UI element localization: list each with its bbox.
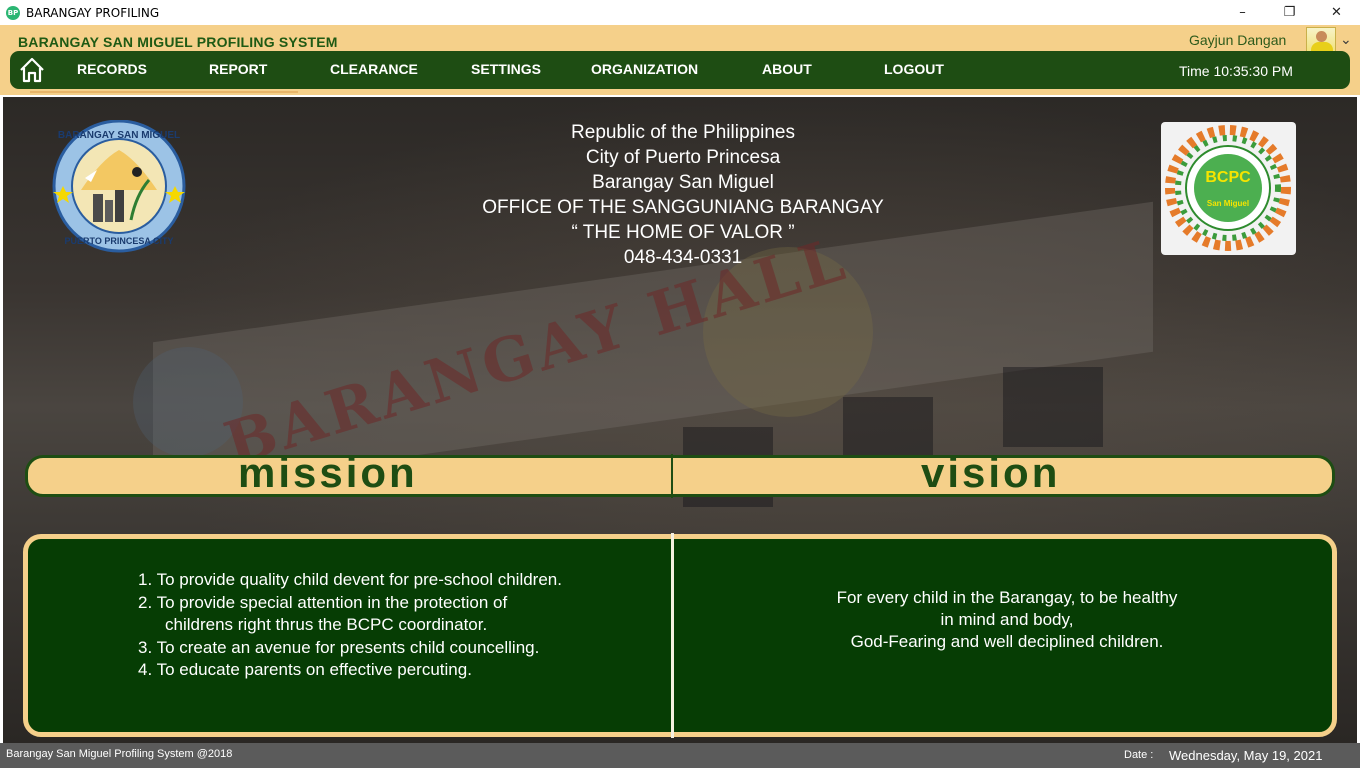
main-nav: RECORDS REPORT CLEARANCE SETTINGS ORGANI… — [10, 51, 1350, 89]
home-icon[interactable] — [18, 56, 46, 84]
bcpc-logo: BCPC San Miguel — [1161, 122, 1296, 255]
panel-divider — [671, 533, 674, 738]
username: Gayjun Dangan — [1189, 32, 1287, 48]
mission-heading: mission — [238, 449, 418, 496]
vision-heading: vision — [921, 449, 1061, 496]
gov-line-barangay: Barangay San Miguel — [592, 172, 774, 193]
minimize-button[interactable]: – — [1219, 0, 1266, 25]
clock: Time 10:35:30 PM — [1179, 63, 1293, 79]
vision-line: in mind and body, — [940, 610, 1074, 629]
nav-underline — [30, 91, 298, 93]
window-controls: – ❐ ✕ — [1219, 0, 1360, 25]
vision-line: For every child in the Barangay, to be h… — [836, 588, 1178, 607]
svg-text:San Miguel: San Miguel — [1207, 199, 1249, 208]
gov-line-motto: “ THE HOME OF VALOR ” — [571, 222, 795, 243]
nav-settings[interactable]: SETTINGS — [471, 61, 541, 77]
time-label: Time — [1179, 63, 1210, 79]
app-header: BARANGAY SAN MIGUEL PROFILING SYSTEM Gay… — [0, 25, 1360, 95]
barangay-seal-logo: BARANGAY SAN MIGUEL PUERTO PRINCESA CITY — [52, 120, 186, 253]
avatar-face — [1316, 31, 1327, 42]
mission-list: 1. To provide quality child devent for p… — [138, 569, 562, 682]
mission-item: 2. To provide special attention in the p… — [138, 592, 508, 612]
close-button[interactable]: ✕ — [1313, 0, 1360, 25]
nav-clearance[interactable]: CLEARANCE — [330, 61, 418, 77]
government-header: Republic of the Philippines City of Puer… — [433, 120, 933, 270]
svg-text:PUERTO PRINCESA CITY: PUERTO PRINCESA CITY — [64, 236, 173, 246]
dashboard-main: BARANGAY HALL BARANGAY SAN MIGUEL PUERTO… — [3, 97, 1357, 743]
system-title: BARANGAY SAN MIGUEL PROFILING SYSTEM — [18, 34, 338, 50]
background-window — [1003, 367, 1103, 447]
avatar[interactable] — [1306, 27, 1336, 53]
mission-item: 3. To create an avenue for presents chil… — [138, 637, 540, 657]
mission-item: 4. To educate parents on effective percu… — [138, 660, 472, 679]
mission-item-continued: childrens right thrus the BCPC coordinat… — [165, 615, 488, 634]
vision-statement: For every child in the Barangay, to be h… — [707, 587, 1307, 653]
nav-logout[interactable]: LOGOUT — [884, 61, 944, 77]
date-label: Date : — [1124, 749, 1154, 761]
mission-vision-header — [25, 455, 1335, 497]
gov-line-republic: Republic of the Philippines — [571, 122, 795, 143]
app-icon: BP — [6, 5, 20, 20]
mission-item: 1. To provide quality child devent for p… — [138, 570, 562, 589]
date-value: Wednesday, May 19, 2021 — [1169, 748, 1323, 763]
vision-line: God-Fearing and well deciplined children… — [850, 632, 1164, 651]
nav-report[interactable]: REPORT — [209, 61, 267, 77]
gov-line-city: City of Puerto Princesa — [585, 147, 781, 168]
chevron-down-icon[interactable]: ⌄ — [1340, 32, 1352, 48]
status-footer: Barangay San Miguel Profiling System @20… — [0, 743, 1360, 768]
nav-organization[interactable]: ORGANIZATION — [591, 61, 698, 77]
header-divider — [671, 454, 673, 498]
gov-line-phone: 048-434-0331 — [623, 247, 743, 268]
window-titlebar: BP BARANGAY PROFILING – ❐ ✕ — [0, 0, 1360, 25]
time-value: 10:35:30 PM — [1213, 63, 1293, 79]
gov-line-office: OFFICE OF THE SANGGUNIANG BARANGAY — [482, 197, 884, 218]
nav-records[interactable]: RECORDS — [77, 61, 147, 77]
svg-text:BCPC: BCPC — [1205, 169, 1251, 186]
copyright-text: Barangay San Miguel Profiling System @20… — [6, 748, 233, 760]
svg-text:BARANGAY SAN MIGUEL: BARANGAY SAN MIGUEL — [58, 130, 180, 141]
window-title: BARANGAY PROFILING — [26, 5, 160, 20]
app-window: BP BARANGAY PROFILING – ❐ ✕ BARANGAY SAN… — [0, 0, 1360, 768]
maximize-button[interactable]: ❐ — [1266, 0, 1313, 25]
nav-about[interactable]: ABOUT — [762, 61, 812, 77]
